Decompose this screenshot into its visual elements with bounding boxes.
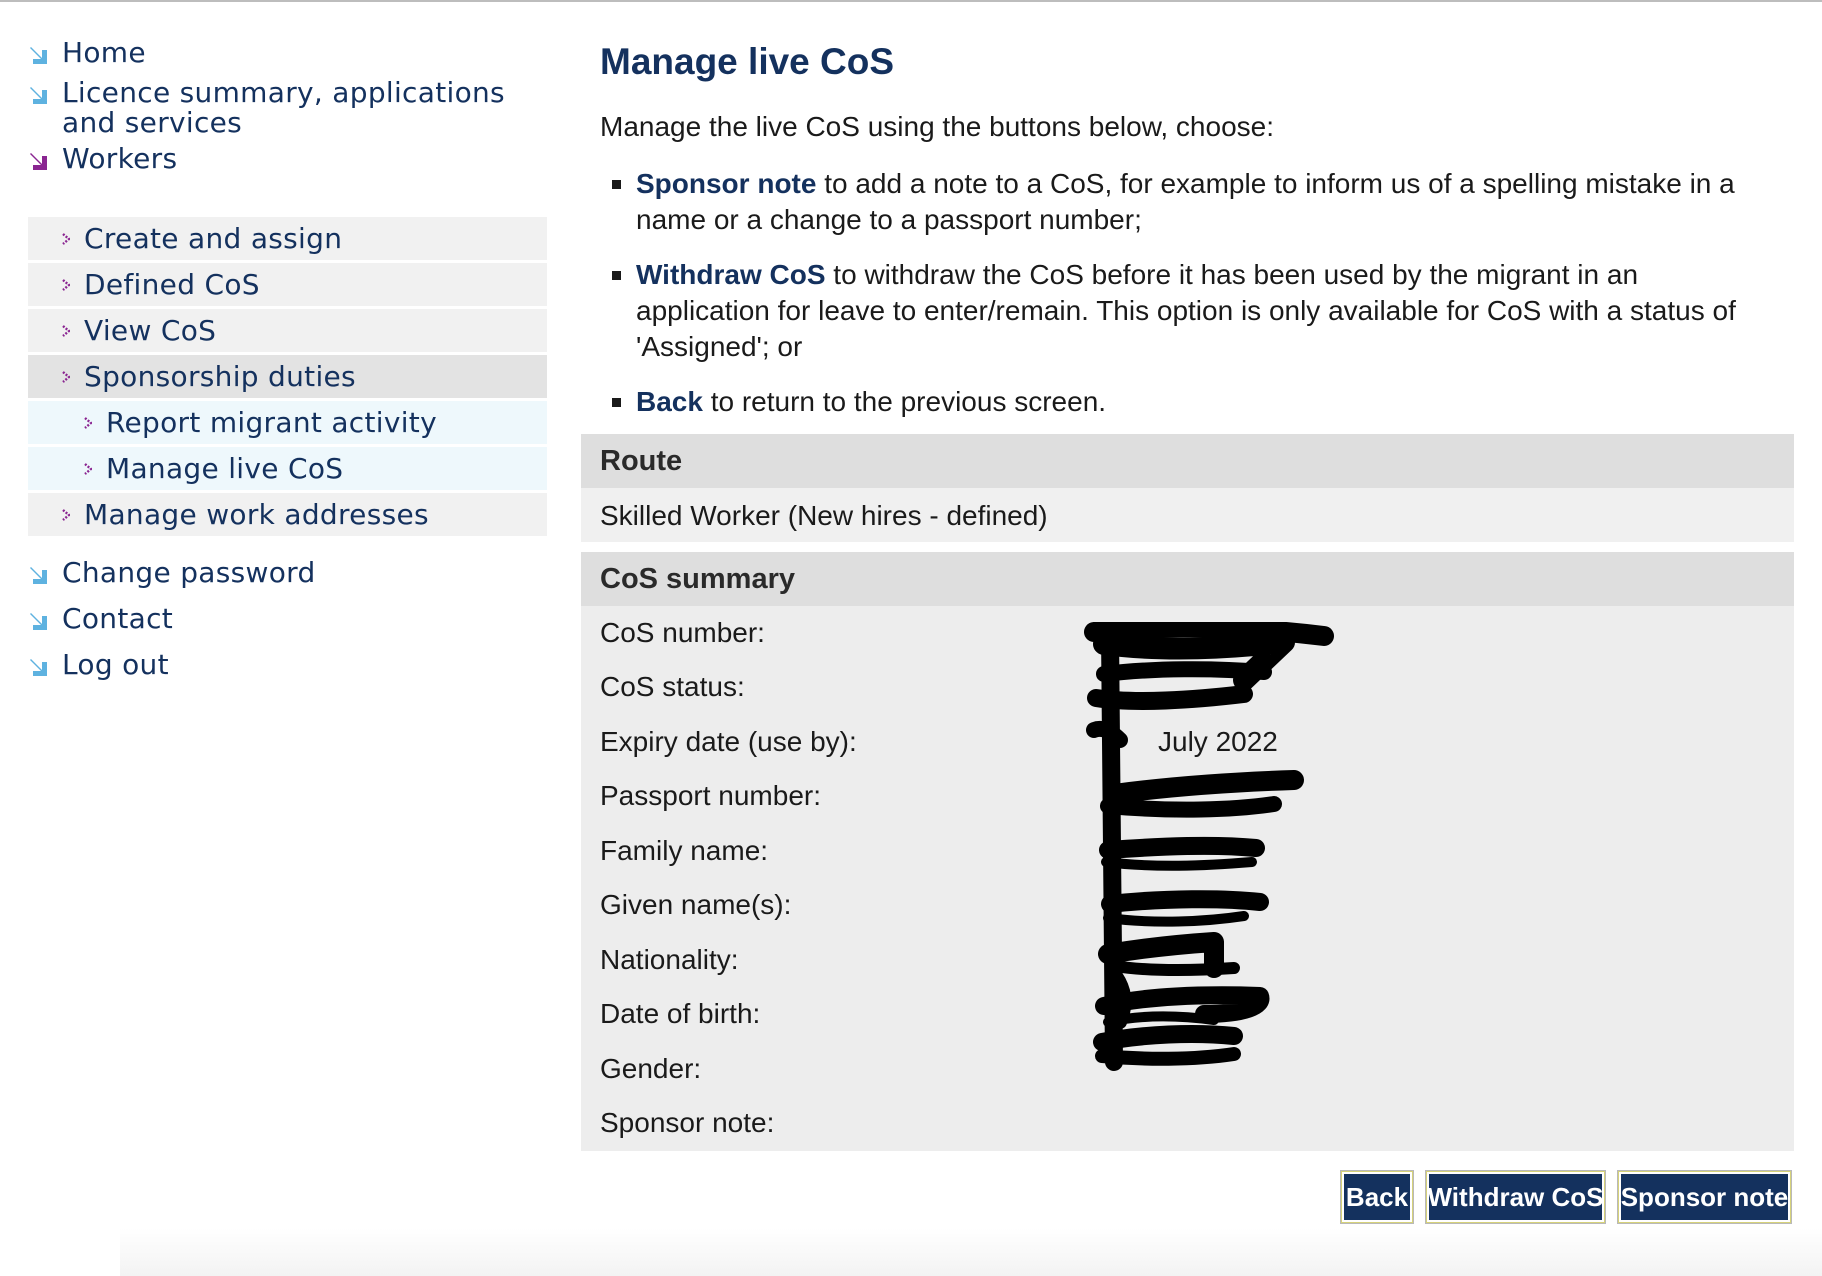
nav-subitem-manage-live-cos[interactable]: Manage live CoS: [28, 447, 547, 490]
page-title: Manage live CoS: [600, 41, 895, 82]
nav-item-label: Workers: [62, 142, 178, 175]
chevron-right-icon: [62, 508, 70, 521]
chevron-right-icon: [62, 278, 70, 291]
cos-summary-heading: CoS summary: [581, 552, 1794, 606]
route-value: Skilled Worker (New hires - defined): [581, 488, 1794, 542]
arrow-down-right-icon: [30, 153, 47, 170]
arrow-down-right-icon: [30, 47, 47, 64]
arrow-down-right-icon: [30, 87, 47, 104]
nav-subitem-defined-cos[interactable]: Defined CoS: [28, 263, 547, 306]
top-border: [0, 0, 1822, 2]
back-keyword: Back: [636, 386, 703, 417]
summary-row-sponsor-note: Sponsor note:: [600, 1107, 775, 1138]
withdraw-cos-keyword: Withdraw CoS: [636, 259, 826, 290]
arrow-down-right-icon: [30, 613, 47, 630]
nav-item-label: Home: [62, 36, 146, 69]
list-item: Back to return to the previous screen.: [600, 384, 1770, 420]
nav-subitem-sponsorship-duties[interactable]: Sponsorship duties: [28, 355, 547, 398]
intro-text: Manage the live CoS using the buttons be…: [600, 111, 1274, 142]
chevron-right-icon: [62, 370, 70, 383]
nav-item-label: Licence summary, applications and service…: [62, 76, 505, 139]
chevron-right-icon: [62, 232, 70, 245]
nav-subitem-report-migrant-activity[interactable]: Report migrant activity: [28, 401, 547, 444]
nav-item-workers[interactable]: Workers: [28, 144, 177, 174]
redaction-scribble: [1084, 622, 1334, 1071]
bottom-shadow: [120, 1228, 1822, 1276]
sponsor-note-keyword: Sponsor note: [636, 168, 817, 199]
withdraw-cos-button[interactable]: Withdraw CoS: [1426, 1171, 1605, 1223]
nav-item-licence-summary[interactable]: Licence summary, applications and service…: [28, 78, 505, 138]
nav-subitem-create-and-assign[interactable]: Create and assign: [28, 217, 547, 260]
list-item: Withdraw CoS to withdraw the CoS before …: [600, 257, 1770, 365]
sponsor-note-button[interactable]: Sponsor note: [1618, 1171, 1791, 1223]
chevron-right-icon: [62, 324, 70, 337]
chevron-right-icon: [84, 416, 92, 429]
arrow-down-right-icon: [30, 567, 47, 584]
list-item: Sponsor note to add a note to a CoS, for…: [600, 166, 1770, 238]
route-section-heading: Route: [581, 434, 1794, 488]
back-button[interactable]: Back: [1341, 1171, 1413, 1223]
nav-subitem-manage-work-addresses[interactable]: Manage work addresses: [28, 493, 547, 536]
chevron-right-icon: [84, 462, 92, 475]
nav-subitem-view-cos[interactable]: View CoS: [28, 309, 547, 352]
nav-item-change-password[interactable]: Change password: [28, 558, 316, 588]
nav-item-home[interactable]: Home: [28, 38, 146, 68]
nav-item-contact[interactable]: Contact: [28, 604, 173, 634]
arrow-down-right-icon: [30, 659, 47, 676]
nav-item-log-out[interactable]: Log out: [28, 650, 169, 680]
